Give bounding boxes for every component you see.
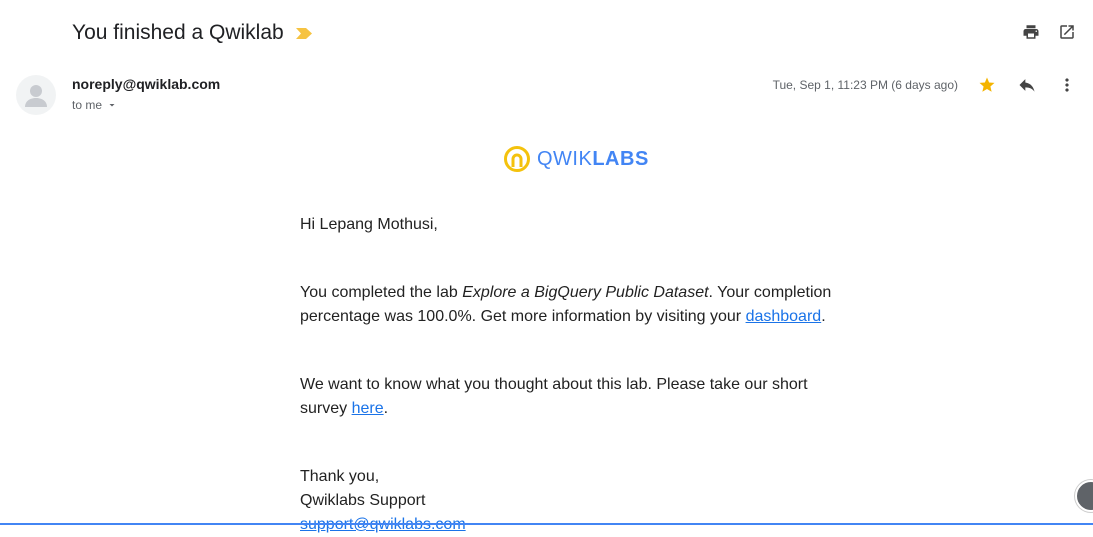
label-tag-icon[interactable] bbox=[295, 27, 312, 39]
print-icon bbox=[1023, 25, 1039, 39]
message-actions bbox=[977, 75, 1077, 95]
signature: Qwiklabs Support bbox=[300, 492, 426, 509]
avatar-placeholder-icon bbox=[25, 85, 47, 107]
subject-row: You finished a Qwiklab bbox=[72, 18, 312, 48]
to-me-label: to me bbox=[72, 98, 103, 112]
reply-icon bbox=[1019, 79, 1035, 92]
more-options-button[interactable] bbox=[1057, 75, 1077, 95]
floating-button[interactable] bbox=[1075, 480, 1093, 512]
thread-actions bbox=[1021, 22, 1077, 42]
lab-name: Explore a BigQuery Public Dataset bbox=[462, 284, 709, 301]
open-in-new-window-button[interactable] bbox=[1057, 22, 1077, 42]
avatar[interactable] bbox=[16, 75, 56, 115]
survey-paragraph: We want to know what you thought about t… bbox=[300, 373, 840, 421]
logo-wordmark: QWIKLABS bbox=[537, 148, 649, 171]
dashboard-link[interactable]: dashboard bbox=[746, 308, 822, 325]
recipients-dropdown[interactable]: to me bbox=[72, 98, 118, 112]
sender-email[interactable]: noreply@qwiklab.com bbox=[72, 76, 220, 92]
greeting: Hi Lepang Mothusi, bbox=[300, 216, 438, 233]
p1-end: . bbox=[821, 308, 826, 325]
qwiklabs-logo: QWIKLABS bbox=[503, 145, 649, 173]
survey-link[interactable]: here bbox=[352, 400, 384, 417]
email-subject: You finished a Qwiklab bbox=[72, 21, 284, 44]
logo-text-qwik: QWIK bbox=[537, 147, 593, 170]
open-new-window-icon bbox=[1060, 25, 1074, 39]
star-button[interactable] bbox=[977, 75, 997, 95]
completion-paragraph: You completed the lab Explore a BigQuery… bbox=[300, 281, 840, 329]
print-button[interactable] bbox=[1021, 22, 1041, 42]
more-vert-icon bbox=[1065, 78, 1069, 92]
closing: Thank you, bbox=[300, 468, 380, 485]
qwiklabs-logo-icon bbox=[504, 146, 530, 172]
email-date: Tue, Sep 1, 11:23 PM (6 days ago) bbox=[772, 78, 958, 92]
support-email-line: support@qwiklabs.com bbox=[300, 513, 840, 537]
logo-text-labs: LABS bbox=[592, 147, 649, 170]
chevron-down-icon bbox=[109, 104, 115, 107]
p2-end: . bbox=[383, 400, 389, 417]
reply-button[interactable] bbox=[1017, 75, 1037, 95]
p1-text-a: You completed the lab bbox=[300, 284, 463, 301]
star-icon bbox=[979, 77, 995, 92]
